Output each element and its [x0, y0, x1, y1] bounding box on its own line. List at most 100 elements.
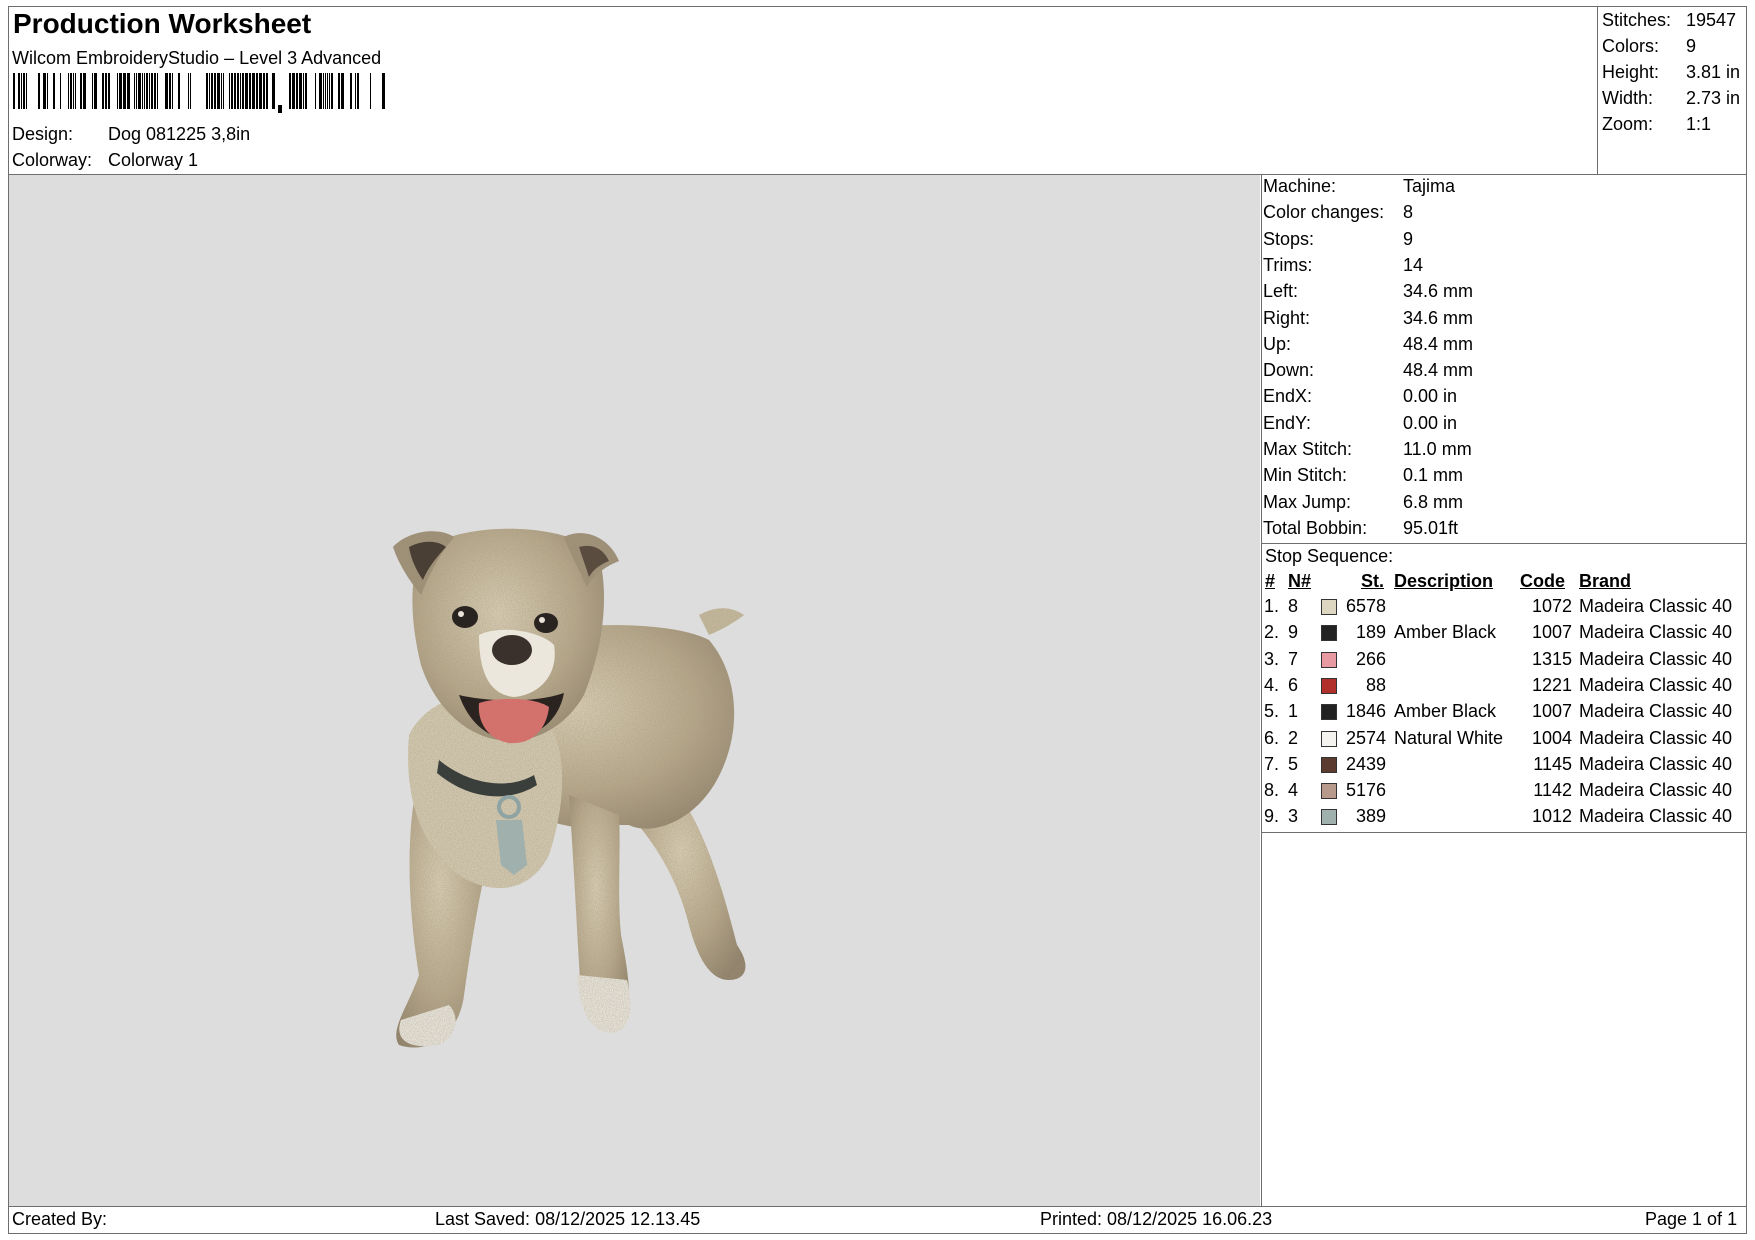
barcode-bar: [26, 73, 27, 109]
barcode-bar: [123, 73, 126, 109]
row-code: 1221: [1531, 674, 1572, 695]
barcode-bar: [127, 73, 130, 109]
barcode-bar: [142, 73, 143, 109]
barcode-bar: [117, 73, 118, 109]
barcode-bar: [165, 73, 168, 109]
row-brand: Madeira Classic 40: [1579, 596, 1733, 616]
info-label: Max Stitch:: [1263, 439, 1353, 459]
info-value: 14: [1403, 254, 1424, 275]
barcode-bar: [157, 73, 158, 109]
barcode-bar: [149, 73, 150, 109]
barcode-bar: [70, 73, 72, 109]
barcode-bar: [151, 73, 153, 109]
row-stitches: 2439: [1345, 753, 1386, 774]
barcode-bar: [154, 73, 156, 109]
barcode-bar: [272, 73, 275, 109]
design-label: Design:: [12, 124, 74, 144]
row-brand: Madeira Classic 40: [1579, 780, 1733, 801]
info-value: 11.0 mm: [1403, 439, 1472, 459]
barcode-bar: [75, 73, 76, 109]
barcode-bar: [229, 73, 230, 109]
barcode-bar: [206, 73, 208, 109]
barcode-bar: [73, 73, 74, 109]
row-index: 8.: [1264, 780, 1280, 801]
info-value: 0.00 in: [1403, 412, 1458, 433]
row-index: 5.: [1264, 701, 1280, 722]
barcode-bar: [144, 73, 145, 109]
barcode-bar: [338, 73, 340, 109]
info-label: Total Bobbin:: [1263, 517, 1368, 538]
barcode-bar: [43, 73, 46, 109]
info-label: Color changes:: [1263, 202, 1385, 223]
row-index: 4.: [1264, 674, 1280, 695]
barcode-bar: [146, 73, 148, 109]
row-needle: 7: [1288, 648, 1299, 669]
barcode-bar: [23, 73, 25, 109]
table-row: 3. 7 266 1315 Madeira Classic 40: [0, 649, 1755, 675]
row-stitches: 189: [1355, 622, 1386, 643]
info-divider: [1261, 543, 1747, 544]
barcode-bar: [68, 73, 69, 109]
color-swatch: [1321, 599, 1337, 615]
row-code: 1012: [1531, 806, 1572, 827]
last-saved: Last Saved: 08/12/2025 12.13.45: [435, 1209, 701, 1229]
table-row: 2. 9 189 Amber Black 1007 Madeira Classic 40: [0, 622, 1755, 648]
info-label: Up:: [1263, 333, 1292, 354]
barcode-bar: [245, 73, 248, 109]
stat-value: 1:1: [1686, 114, 1712, 134]
barcode-bar: [172, 73, 173, 109]
barcode-bar: [80, 73, 82, 109]
info-label: Max Jump:: [1263, 491, 1352, 512]
info-label: EndX:: [1263, 386, 1313, 407]
info-value: Tajima: [1403, 176, 1456, 196]
colorway-value: Colorway 1: [108, 150, 199, 170]
info-value: 95.01ft: [1403, 517, 1459, 538]
row-description: Natural White: [1394, 727, 1504, 748]
barcode-graphic: [13, 73, 385, 113]
barcode-bar: [370, 73, 371, 109]
row-brand: Madeira Classic 40: [1579, 806, 1733, 827]
stat-value: 9: [1686, 36, 1697, 56]
row-stitches: 266: [1355, 648, 1386, 669]
row-index: 9.: [1264, 806, 1280, 827]
row-stitches: 389: [1355, 806, 1386, 827]
barcode-bar: [134, 73, 135, 109]
barcode-bar: [38, 73, 40, 109]
color-swatch: [1321, 625, 1337, 642]
barcode-bar: [303, 73, 304, 109]
barcode-bar: [357, 73, 359, 109]
col-header-description: Description: [1394, 571, 1494, 591]
row-description: Amber Black: [1394, 701, 1497, 722]
stats-divider: [1597, 6, 1598, 175]
row-needle: 5: [1288, 753, 1299, 774]
barcode-bar: [249, 73, 251, 109]
info-value: 48.4 mm: [1403, 360, 1474, 381]
barcode-bar: [299, 73, 302, 109]
row-needle: 4: [1288, 780, 1299, 801]
col-header-code: Code: [1520, 571, 1565, 591]
barcode-bar: [83, 73, 86, 109]
table-row: 6. 2 2574 Natural White 1004 Madeira Classic …: [0, 728, 1755, 754]
barcode-bar: [292, 73, 295, 109]
info-value: 48.4 mm: [1403, 333, 1474, 354]
barcode-bar: [94, 73, 97, 109]
row-index: 2.: [1264, 622, 1280, 643]
row-brand: Madeira Classic 40: [1579, 674, 1733, 695]
info-label: Machine:: [1263, 176, 1337, 196]
barcode-bar: [231, 73, 233, 109]
barcode-bar: [315, 73, 316, 109]
barcode-bar: [259, 73, 262, 109]
info-value: 34.6 mm: [1403, 281, 1474, 302]
info-value: 34.6 mm: [1403, 307, 1474, 328]
row-brand: Madeira Classic 40: [1579, 701, 1733, 722]
barcode-bar: [237, 73, 239, 109]
col-header-brand: Brand: [1579, 571, 1632, 591]
barcode-bar: [119, 73, 122, 109]
info-label: EndY:: [1263, 412, 1312, 433]
barcode-bar: [102, 73, 104, 109]
row-index: 7.: [1264, 753, 1280, 774]
stat-value: 19547: [1686, 10, 1737, 30]
table-row: 9. 3 389 1012 Madeira Classic 40: [0, 806, 1755, 832]
row-brand: Madeira Classic 40: [1579, 753, 1733, 774]
color-swatch: [1321, 651, 1337, 668]
